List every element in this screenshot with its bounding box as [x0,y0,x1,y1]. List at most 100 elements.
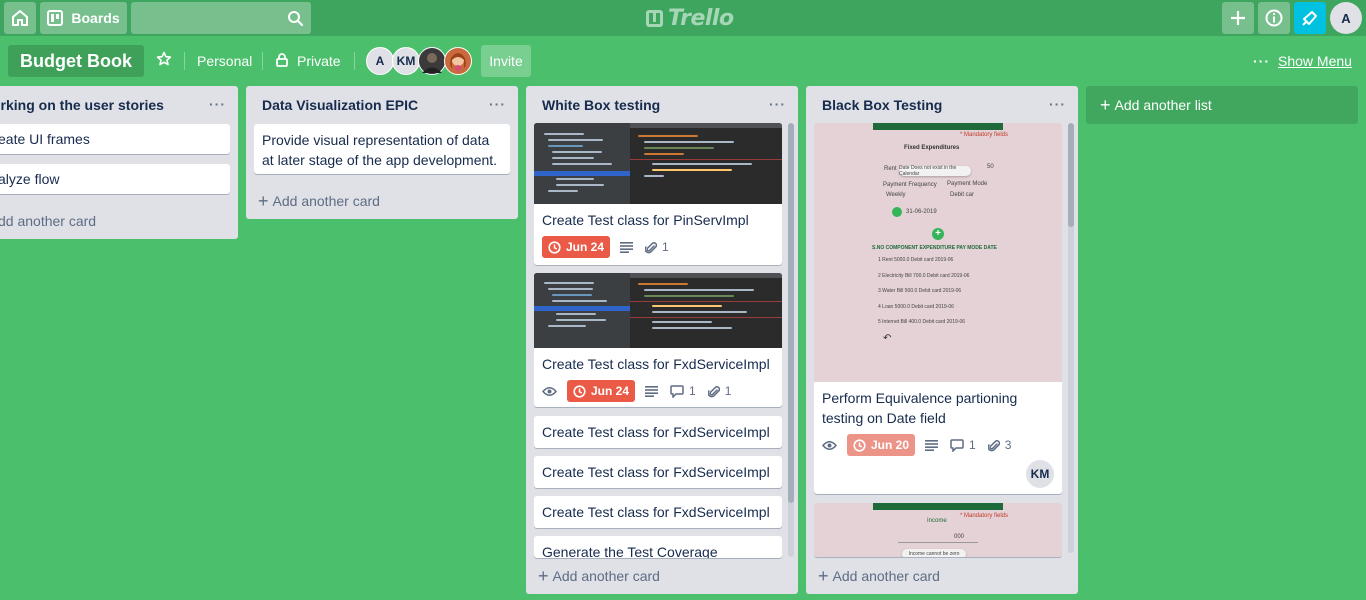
home-button[interactable] [4,2,36,34]
board-title[interactable]: Budget Book [8,45,144,77]
add-card-button[interactable]: + Add another card [254,187,380,215]
card-title: Provide visual representation of data at… [262,132,498,168]
due-date-badge[interactable]: Jun 20 [847,434,916,456]
card-title: Create Test class for FxdServiceImpl [542,356,770,372]
description-icon [645,385,659,397]
description-icon [620,241,634,253]
boards-icon [47,10,64,26]
card[interactable]: Create Test class for FxdServiceImpl [534,456,782,488]
header-divider [262,52,263,70]
attachment-badge: 3 [987,438,1011,452]
card[interactable]: Generate the Test Coverage [534,536,782,558]
watching-icon [822,440,837,451]
scrollbar-thumb[interactable] [1068,123,1074,227]
add-card-button[interactable]: + Add another card [534,562,660,590]
card[interactable]: Provide visual representation of data at… [254,124,510,174]
lock-icon [276,52,288,70]
member-photo-avatar[interactable] [418,47,446,75]
card[interactable]: Create Test class for FxdServiceImpl [534,496,782,528]
plus-icon [1230,10,1246,26]
due-date-badge[interactable]: Jun 24 [542,236,611,258]
invite-button[interactable]: Invite [481,45,531,77]
list-scrollbar[interactable] [788,123,794,557]
card-cover-image: * Mandatory fields Fixed Expenditures Re… [814,123,1062,382]
member-avatar[interactable]: A [366,47,394,75]
comment-count: 1 [689,384,696,398]
card-cover-image [534,123,782,204]
comment-icon [950,438,964,452]
card-badges: Jun 24 1 1 [534,380,782,407]
list-header[interactable]: Data Visualization EPIC ··· [246,86,518,124]
scrollbar-thumb[interactable] [788,123,794,503]
due-date-badge[interactable]: Jun 24 [567,380,636,402]
megaphone-icon [1301,9,1319,27]
watching-icon [542,386,557,397]
attachment-badge: 1 [707,384,732,398]
team-button[interactable]: Personal [197,45,252,77]
user-avatar[interactable]: A [1330,2,1362,34]
card[interactable]: eate UI frames [0,124,230,154]
card[interactable]: Create Test class for FxdServiceImpl [534,416,782,448]
list-title[interactable]: Black Box Testing [822,97,942,113]
add-card-button[interactable]: dd another card [0,207,96,235]
show-menu-button[interactable]: ··· Show Menu [1253,45,1352,77]
member-avatar[interactable]: KM [392,47,420,75]
home-icon [11,9,29,27]
card[interactable]: Create Test class for PinServImpl Jun 24… [534,123,782,265]
boards-button[interactable]: Boards [40,2,127,34]
add-card-button[interactable]: + Add another card [814,562,940,590]
paperclip-icon [987,439,1000,451]
list-menu-icon[interactable]: ··· [489,96,506,112]
list-header[interactable]: Black Box Testing ··· [806,86,1078,124]
card-member-avatar[interactable]: KM [1026,460,1054,488]
more-icon: ··· [1253,53,1270,69]
card-badges: Jun 24 1 [534,236,782,265]
list-user-stories: orking on the user stories ··· eate UI f… [0,86,238,239]
member-photo-avatar[interactable] [444,47,472,75]
list-header[interactable]: orking on the user stories ··· [0,86,238,124]
create-button[interactable] [1222,2,1254,34]
list-header[interactable]: White Box testing ··· [526,86,798,124]
list-title[interactable]: White Box testing [542,97,660,113]
add-list-label: Add another list [1114,97,1212,113]
plus-icon: + [258,191,269,211]
description-icon [925,439,939,451]
visibility-label: Private [297,53,341,69]
comment-icon [670,384,684,398]
card[interactable]: * Mandatory fields Income 000 Income can… [814,503,1062,557]
attachment-count: 1 [662,240,669,254]
list-white-box-testing: White Box testing ··· Create Test class … [526,86,798,594]
list-black-box-testing: Black Box Testing ··· * Mandatory fields… [806,86,1078,594]
show-menu-label: Show Menu [1278,53,1352,69]
list-menu-icon[interactable]: ··· [209,96,226,112]
card-title: Create Test class for FxdServiceImpl [542,464,770,480]
search-icon[interactable] [287,10,304,32]
card[interactable]: Create Test class for FxdServiceImpl Jun… [534,273,782,407]
list-title[interactable]: orking on the user stories [0,97,164,113]
notifications-button[interactable] [1294,2,1326,34]
search-input[interactable] [131,2,311,34]
due-date-label: Jun 20 [871,438,910,452]
card-title: Create Test class for FxdServiceImpl [542,504,770,520]
card-title: alyze flow [0,171,60,187]
card-title: Create Test class for FxdServiceImpl [542,424,770,440]
card[interactable]: * Mandatory fields Fixed Expenditures Re… [814,123,1062,494]
list-data-visualization: Data Visualization EPIC ··· Provide visu… [246,86,518,219]
star-button[interactable] [150,49,178,73]
header-divider [184,52,185,70]
comment-badge: 1 [950,438,976,452]
list-scrollbar[interactable] [1068,123,1074,553]
comment-count: 1 [969,438,976,452]
info-button[interactable] [1258,2,1290,34]
card-title: eate UI frames [0,131,90,147]
trello-logo[interactable]: Trello [646,5,734,31]
attachment-count: 1 [724,384,732,398]
visibility-button[interactable]: Private [276,45,341,77]
add-list-button[interactable]: + Add another list [1086,86,1358,124]
list-menu-icon[interactable]: ··· [769,96,786,112]
clock-icon [548,240,561,254]
list-title[interactable]: Data Visualization EPIC [262,97,418,113]
top-header: Boards Trello A [0,0,1366,36]
list-menu-icon[interactable]: ··· [1049,96,1066,112]
card[interactable]: alyze flow [0,164,230,194]
